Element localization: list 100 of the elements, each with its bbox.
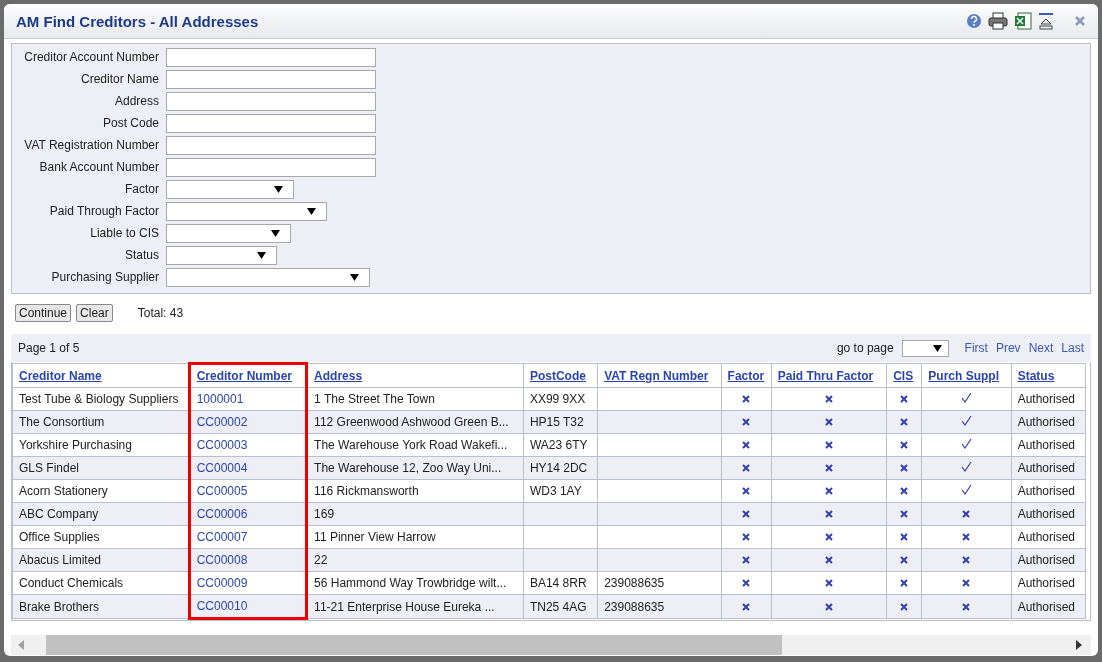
table-cell: 22 xyxy=(306,548,524,572)
field-label: VAT Registration Number xyxy=(23,138,159,152)
creditor-link[interactable]: CC00004 xyxy=(196,461,248,475)
creditor-link[interactable]: CC00002 xyxy=(196,415,248,429)
input-field[interactable] xyxy=(166,47,376,67)
help-icon[interactable] xyxy=(966,13,982,29)
table-cell: 56 Hammond Way Trowbridge wilt... xyxy=(306,571,524,595)
horizontal-scrollbar[interactable] xyxy=(11,635,1091,655)
collapse-icon[interactable] xyxy=(1038,12,1054,30)
table-cell: Acorn Stationery xyxy=(12,479,190,503)
table-cell: Authorised xyxy=(1011,433,1086,457)
input-field[interactable] xyxy=(166,91,376,111)
close-icon[interactable] xyxy=(1074,15,1086,27)
scrollbar-thumb[interactable] xyxy=(46,635,782,655)
caret-icon xyxy=(274,185,283,193)
page-dropdown[interactable] xyxy=(901,339,949,357)
table-cell: Authorised xyxy=(1011,571,1086,595)
field-label: Creditor Account Number xyxy=(23,50,159,64)
table-cell: Conduct Chemicals xyxy=(12,571,190,595)
window-title: AM Find Creditors - All Addresses xyxy=(16,12,260,30)
pager-link[interactable]: Last xyxy=(1061,341,1084,355)
field-label: Factor xyxy=(124,182,159,196)
dropdown-field[interactable] xyxy=(166,201,327,221)
table-cell: ABC Company xyxy=(12,502,190,526)
caret-icon xyxy=(307,207,316,215)
sort-link[interactable]: Creditor Name xyxy=(19,368,102,383)
scroll-left-icon[interactable] xyxy=(17,640,25,650)
table-cell: 11-21 Enterprise House Eureka ... xyxy=(306,594,524,619)
table-cell: Authorised xyxy=(1011,548,1086,572)
table-cell: HY14 2DC xyxy=(523,456,598,480)
table-cell: Authorised xyxy=(1011,410,1086,434)
creditor-link[interactable]: 1000001 xyxy=(196,392,244,406)
table-cell: Authorised xyxy=(1011,479,1086,503)
clear-button[interactable]: Clear xyxy=(76,304,113,322)
table-cell: Authorised xyxy=(1011,525,1086,549)
creditor-link[interactable]: CC00007 xyxy=(196,530,248,544)
table-cell: XX99 9XX xyxy=(523,387,598,411)
table-cell: Office Supplies xyxy=(12,525,190,549)
pager-link[interactable]: Next xyxy=(1028,341,1054,355)
table-cell: Authorised xyxy=(1011,456,1086,480)
sort-link[interactable]: Paid Thru Factor xyxy=(777,368,874,383)
table-cell: Brake Brothers xyxy=(12,594,190,619)
creditor-link[interactable]: CC00006 xyxy=(196,507,248,521)
sort-link[interactable]: Address xyxy=(314,368,363,383)
table-cell: HP15 T32 xyxy=(523,410,598,434)
sort-link[interactable]: Status xyxy=(1017,368,1055,383)
page-indicator: Page 1 of 5 xyxy=(18,341,81,355)
dropdown-field[interactable] xyxy=(166,267,370,287)
continue-button[interactable]: Continue xyxy=(15,304,72,322)
total-count: Total: 43 xyxy=(137,306,184,320)
creditor-link[interactable]: CC00005 xyxy=(196,484,248,498)
table-cell: 239088635 xyxy=(597,571,722,595)
table-cell: WD3 1AY xyxy=(523,479,598,503)
creditor-link[interactable]: CC00009 xyxy=(196,576,248,590)
caret-icon xyxy=(257,251,266,259)
creditor-link[interactable]: CC00008 xyxy=(196,553,248,567)
dropdown-field[interactable] xyxy=(166,223,291,243)
pager-link[interactable]: Prev xyxy=(995,341,1021,355)
table-cell: 169 xyxy=(306,502,524,526)
table-cell: Authorised xyxy=(1011,387,1086,411)
caret-icon xyxy=(271,229,280,237)
dropdown-field[interactable] xyxy=(166,179,294,199)
go-to-page-label: go to page xyxy=(836,341,894,355)
table-cell: 11 Pinner View Harrow xyxy=(306,525,524,549)
table-cell: The Consortium xyxy=(12,410,190,434)
table-cell: Abacus Limited xyxy=(12,548,190,572)
table-cell: Authorised xyxy=(1011,502,1086,526)
sort-link[interactable]: PostCode xyxy=(529,368,586,383)
scroll-right-icon[interactable] xyxy=(1075,640,1083,650)
field-label: Liable to CIS xyxy=(89,226,159,240)
table-cell: TN25 4AG xyxy=(523,594,598,619)
field-label: Status xyxy=(123,248,159,262)
input-field[interactable] xyxy=(166,135,376,155)
dropdown-field[interactable] xyxy=(166,245,277,265)
pager-link[interactable]: First xyxy=(964,341,988,355)
caret-icon xyxy=(932,344,942,352)
spreadsheet-icon[interactable] xyxy=(1014,12,1032,30)
sort-link[interactable]: VAT Regn Number xyxy=(604,368,709,383)
table-cell: Test Tube & Biology Suppliers xyxy=(12,387,190,411)
table-cell: WA23 6TY xyxy=(523,433,598,457)
field-label: Paid Through Factor xyxy=(48,204,159,218)
sort-link[interactable]: Creditor Number xyxy=(196,369,292,383)
creditor-link[interactable]: CC00010 xyxy=(196,599,248,613)
table-cell: Authorised xyxy=(1011,594,1086,619)
print-icon[interactable] xyxy=(988,12,1008,30)
input-field[interactable] xyxy=(166,157,376,177)
field-label: Address xyxy=(113,94,159,108)
input-field[interactable] xyxy=(166,69,376,89)
table-cell: The Warehouse York Road Wakefi... xyxy=(306,433,524,457)
sort-link[interactable]: CIS xyxy=(893,368,914,383)
sort-link[interactable]: Factor xyxy=(727,368,765,383)
field-label: Bank Account Number xyxy=(38,160,159,174)
input-field[interactable] xyxy=(166,113,376,133)
table-cell: 1 The Street The Town xyxy=(306,387,524,411)
table-cell: 116 Rickmansworth xyxy=(306,479,524,503)
table-cell: BA14 8RR xyxy=(523,571,598,595)
field-label: Purchasing Supplier xyxy=(50,270,159,284)
creditor-link[interactable]: CC00003 xyxy=(196,438,248,452)
field-label: Post Code xyxy=(101,116,159,130)
sort-link[interactable]: Purch Suppl xyxy=(928,368,999,383)
